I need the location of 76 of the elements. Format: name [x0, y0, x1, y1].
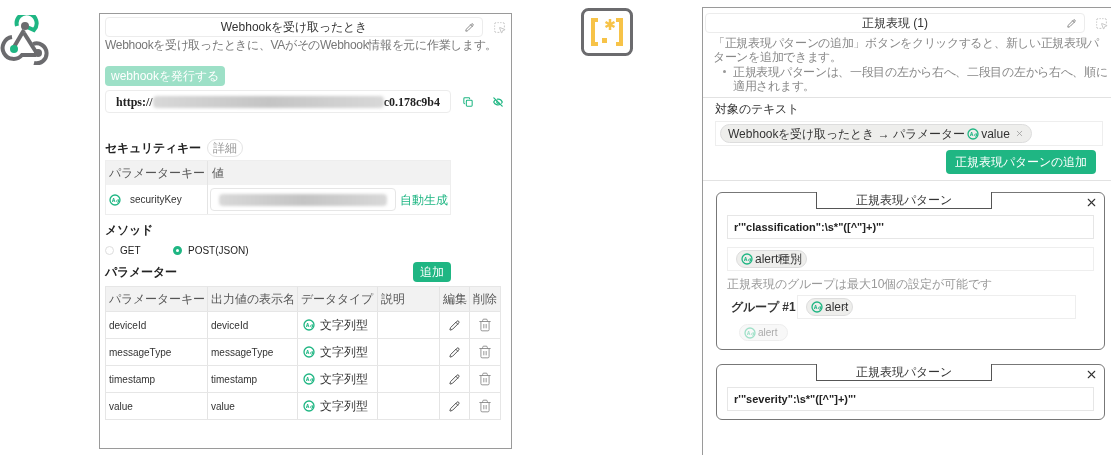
- group-label: グループ #1: [730, 299, 797, 316]
- regex-expression-field[interactable]: r'"severity":\s*"([^"]+)"': [727, 387, 1094, 411]
- text-type-icon: [303, 319, 315, 331]
- column-header: データタイプ: [301, 291, 373, 308]
- text-type-icon: [811, 301, 823, 313]
- table-cell-text: 文字列型: [320, 371, 368, 388]
- target-text-label: 対象のテキスト: [715, 102, 800, 117]
- target-text-field[interactable]: Webhookを受け取ったとき → パラメーター value: [715, 121, 1103, 146]
- radio-label: POST(JSON): [188, 244, 249, 258]
- edit-icon[interactable]: [449, 373, 460, 385]
- column-header: 編集: [442, 291, 467, 308]
- edit-icon[interactable]: [449, 400, 460, 412]
- table-cell: value: [106, 393, 208, 419]
- table-cell: messageType: [208, 339, 298, 365]
- regex-expression-field[interactable]: r'"classification":\s*"([^"]+)"': [727, 215, 1094, 239]
- node-title-field[interactable]: 正規表現 (1): [705, 13, 1085, 33]
- column-header: パラメーターキー: [109, 291, 205, 308]
- table-cell: timestamp: [106, 366, 208, 392]
- group-variable-field[interactable]: alert: [797, 295, 1076, 319]
- edit-icon[interactable]: [465, 22, 474, 32]
- delete-icon[interactable]: [478, 318, 492, 332]
- edit-icon[interactable]: [1067, 18, 1076, 28]
- text-type-icon: [744, 326, 756, 339]
- node-description: Webhookを受け取ったときに、VAがそのWebhook情報を元に作業します。: [105, 38, 499, 53]
- text-type-icon: [109, 193, 121, 206]
- chip-source: Webhookを受け取ったとき → パラメーター: [728, 125, 966, 143]
- column-header: 説明: [381, 291, 405, 308]
- delete-icon[interactable]: [478, 345, 492, 359]
- bullet-text: 正規表現パターンは、一段目の左から右へ、二段目の左から右へ、順に適用されます。: [733, 65, 1108, 93]
- group-note: 正規表現のグループは最大10個の設定が可能です: [727, 277, 994, 292]
- edit-icon[interactable]: [449, 319, 460, 331]
- table-cell-text: 文字列型: [320, 317, 368, 334]
- text-type-icon: [967, 127, 980, 140]
- table-cell: deviceId: [208, 312, 298, 338]
- select-icon[interactable]: [493, 20, 506, 34]
- variable-chip[interactable]: alert種別: [736, 250, 808, 268]
- radio-button[interactable]: [173, 246, 182, 255]
- text-type-icon: [741, 253, 753, 265]
- node-title-field[interactable]: Webhookを受け取ったとき: [105, 17, 483, 37]
- copy-icon[interactable]: [463, 96, 473, 107]
- hide-icon[interactable]: [493, 96, 503, 107]
- text-type-icon: [303, 373, 315, 385]
- select-icon[interactable]: [1095, 16, 1108, 30]
- column-header: パラメーターキー: [109, 165, 205, 182]
- radio-label: GET: [120, 244, 141, 258]
- table-cell: deviceId: [106, 312, 208, 338]
- close-icon[interactable]: [1085, 196, 1098, 209]
- table-cell: timestamp: [208, 366, 298, 392]
- column-header: 削除: [473, 291, 497, 308]
- parameters-heading: パラメーター: [105, 264, 177, 281]
- delete-icon[interactable]: [478, 372, 492, 386]
- bullet-icon: [723, 70, 726, 73]
- security-key-heading: セキュリティキー: [105, 140, 201, 157]
- table-cell-text: 文字列型: [320, 398, 368, 415]
- webhook-url-field[interactable]: https:// c0.178c9b4: [105, 90, 451, 113]
- output-variable-field[interactable]: alert種別: [727, 247, 1094, 271]
- close-icon[interactable]: [1085, 368, 1098, 381]
- url-prefix: https://: [116, 93, 153, 111]
- variable-chip[interactable]: Webhookを受け取ったとき → パラメーター value: [720, 124, 1032, 143]
- table-cell: messageType: [106, 339, 208, 365]
- table-cell-text: 文字列型: [320, 344, 368, 361]
- edit-icon[interactable]: [449, 346, 460, 358]
- column-header: 値: [212, 165, 224, 182]
- chip-value: value: [981, 125, 1010, 143]
- delete-icon[interactable]: [478, 399, 492, 413]
- security-key-field[interactable]: [210, 188, 396, 211]
- url-suffix: c0.178c9b4: [383, 93, 440, 111]
- table-cell-text: securityKey: [130, 193, 182, 207]
- method-heading: メソッド: [105, 223, 154, 238]
- text-type-icon: [303, 400, 315, 412]
- instruction-text: 「正規表現パターンの追加」ボタンをクリックすると、新しい正規表現パターンを追加できます。: [712, 36, 1101, 64]
- variable-chip[interactable]: alert: [806, 298, 854, 316]
- text-type-icon: [303, 346, 315, 358]
- regex-icon: [581, 8, 633, 56]
- table-cell: value: [208, 393, 298, 419]
- column-header: 出力値の表示名: [211, 291, 295, 308]
